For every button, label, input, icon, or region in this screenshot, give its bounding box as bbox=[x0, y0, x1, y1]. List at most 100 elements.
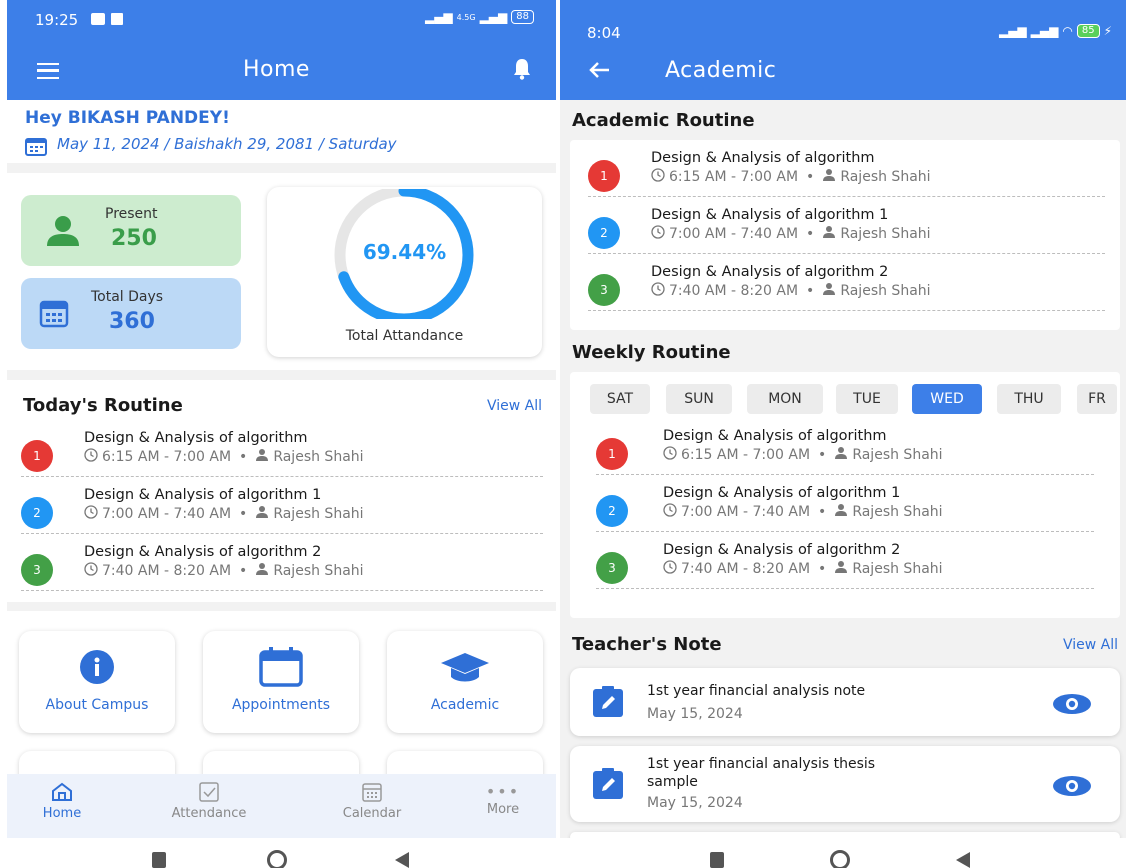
routine-item[interactable]: 2 Design & Analysis of algorithm 1 7:00 AM… bbox=[570, 485, 1120, 542]
routine-item[interactable]: 3 Design & Analysis of algorithm 2 7:40 AM… bbox=[7, 544, 556, 601]
routine-item[interactable]: 1 Design & Analysis of algorithm 6:15 AM -… bbox=[7, 430, 556, 487]
routine-time: 6:15 AM - 7:00 AM bbox=[681, 447, 811, 463]
home-system-button[interactable] bbox=[267, 850, 287, 868]
person-icon bbox=[834, 503, 848, 521]
eye-icon[interactable] bbox=[1052, 775, 1092, 801]
divider bbox=[596, 531, 1094, 532]
graduation-cap-icon bbox=[439, 651, 491, 689]
clock-icon bbox=[663, 446, 677, 464]
home-icon bbox=[52, 782, 72, 801]
app-bar: Home bbox=[7, 40, 556, 100]
attendance-label: Total Attandance bbox=[345, 328, 464, 344]
separator-dot: • bbox=[239, 506, 248, 522]
back-system-button[interactable] bbox=[395, 852, 409, 868]
person-icon bbox=[43, 215, 83, 251]
tile-label: Academic bbox=[430, 697, 500, 713]
note-title: 1st year financial analysis thesis bbox=[647, 756, 876, 772]
separator-dot: • bbox=[806, 226, 815, 242]
recents-button[interactable] bbox=[152, 852, 166, 868]
separator-dot: • bbox=[239, 449, 248, 465]
person-icon bbox=[822, 225, 836, 243]
total-days-card[interactable]: Total Days 360 bbox=[21, 278, 241, 349]
back-system-button[interactable] bbox=[956, 852, 970, 868]
note-card[interactable]: 1st year financial analysis note May 15,… bbox=[570, 668, 1120, 736]
view-all-link[interactable]: View All bbox=[1063, 637, 1118, 653]
menu-icon[interactable] bbox=[37, 63, 59, 79]
routine-number-badge: 2 bbox=[21, 497, 53, 529]
section-title: Academic Routine bbox=[572, 110, 755, 131]
day-tab[interactable]: SAT bbox=[590, 384, 650, 414]
tile-label: About Campus bbox=[45, 697, 149, 713]
tile-about-campus[interactable]: About Campus bbox=[19, 631, 175, 733]
routine-subject: Design & Analysis of algorithm 2 bbox=[84, 544, 322, 560]
day-tab[interactable]: THU bbox=[997, 384, 1061, 414]
routine-item[interactable]: 2 Design & Analysis of algorithm 1 7:00 AM… bbox=[7, 487, 556, 544]
routine-item[interactable]: 2 Design & Analysis of algorithm 1 7:00 AM… bbox=[570, 207, 1120, 264]
nav-attendance[interactable]: Attendance bbox=[159, 782, 259, 821]
calendar-icon bbox=[39, 298, 69, 332]
eye-icon[interactable] bbox=[1052, 693, 1092, 719]
routine-number-badge: 3 bbox=[596, 552, 628, 584]
separator-dot: • bbox=[818, 561, 827, 577]
routine-item[interactable]: 3 Design & Analysis of algorithm 2 7:40 AM… bbox=[570, 264, 1120, 321]
note-card[interactable]: 1st year financial analysis thesis sampl… bbox=[570, 746, 1120, 822]
clock-icon bbox=[84, 448, 98, 466]
total-days-value: 360 bbox=[109, 309, 155, 334]
attendance-card[interactable]: 69.44% Total Attandance bbox=[267, 187, 542, 357]
routine-subject: Design & Analysis of algorithm 1 bbox=[663, 485, 901, 501]
clock-icon bbox=[651, 282, 665, 300]
info-icon bbox=[79, 649, 115, 689]
note-date: May 15, 2024 bbox=[647, 795, 743, 811]
day-tab[interactable]: WED bbox=[912, 384, 982, 414]
clock-icon bbox=[84, 505, 98, 523]
present-label: Present bbox=[105, 206, 158, 222]
day-tab[interactable]: FR bbox=[1077, 384, 1117, 414]
routine-number-badge: 1 bbox=[596, 438, 628, 470]
present-card[interactable]: Present 250 bbox=[21, 195, 241, 266]
bell-icon[interactable] bbox=[512, 58, 532, 84]
more-dots-icon: ••• bbox=[485, 782, 521, 801]
routine-item[interactable]: 1 Design & Analysis of algorithm 6:15 AM -… bbox=[570, 428, 1120, 485]
person-icon bbox=[255, 562, 269, 580]
nav-home[interactable]: Home bbox=[12, 782, 112, 821]
routine-teacher: Rajesh Shahi bbox=[852, 561, 943, 577]
academic-screen: 8:04 ▂▄▆ ▂▄▆ ◠ 85 ⚡ Academic Academic Ro… bbox=[560, 0, 1126, 868]
home-system-button[interactable] bbox=[830, 850, 850, 868]
routine-item[interactable]: 3 Design & Analysis of algorithm 2 7:40 AM… bbox=[570, 542, 1120, 599]
day-tab[interactable]: MON bbox=[747, 384, 823, 414]
clock-icon bbox=[651, 225, 665, 243]
section-title: Teacher's Note bbox=[572, 634, 722, 655]
day-tab[interactable]: SUN bbox=[666, 384, 732, 414]
routine-time: 7:00 AM - 7:40 AM bbox=[102, 506, 232, 522]
back-arrow-icon[interactable] bbox=[588, 61, 610, 83]
routine-teacher: Rajesh Shahi bbox=[840, 169, 931, 185]
charging-icon: ⚡ bbox=[1103, 24, 1112, 38]
routine-time: 7:40 AM - 8:20 AM bbox=[669, 283, 799, 299]
tile-appointments[interactable]: Appointments bbox=[203, 631, 359, 733]
tile-academic[interactable]: Academic bbox=[387, 631, 543, 733]
check-square-icon bbox=[199, 782, 219, 802]
nav-more[interactable]: ••• More bbox=[453, 782, 553, 817]
routine-number-badge: 1 bbox=[21, 440, 53, 472]
section-title: Today's Routine bbox=[23, 395, 183, 416]
calendar-icon bbox=[259, 647, 303, 691]
day-tab[interactable]: TUE bbox=[836, 384, 898, 414]
divider bbox=[588, 196, 1105, 197]
calendar-icon bbox=[25, 136, 47, 160]
attendance-section: Present 250 Total Days 360 69.44% Total … bbox=[7, 173, 556, 370]
routine-item[interactable]: 1 Design & Analysis of algorithm 6:15 AM -… bbox=[570, 150, 1120, 207]
separator-dot: • bbox=[806, 283, 815, 299]
calendar-icon bbox=[362, 783, 382, 802]
person-icon bbox=[834, 446, 848, 464]
separator-dot: • bbox=[239, 563, 248, 579]
routine-teacher: Rajesh Shahi bbox=[852, 504, 943, 520]
recents-button[interactable] bbox=[710, 852, 724, 868]
note-title-line2: sample bbox=[647, 774, 698, 790]
note-date: May 15, 2024 bbox=[647, 706, 743, 722]
system-nav-bar bbox=[7, 838, 556, 868]
routine-teacher: Rajesh Shahi bbox=[840, 283, 931, 299]
routine-teacher: Rajesh Shahi bbox=[852, 447, 943, 463]
routine-subject: Design & Analysis of algorithm 1 bbox=[84, 487, 322, 503]
view-all-link[interactable]: View All bbox=[487, 398, 542, 414]
nav-calendar[interactable]: Calendar bbox=[322, 782, 422, 821]
